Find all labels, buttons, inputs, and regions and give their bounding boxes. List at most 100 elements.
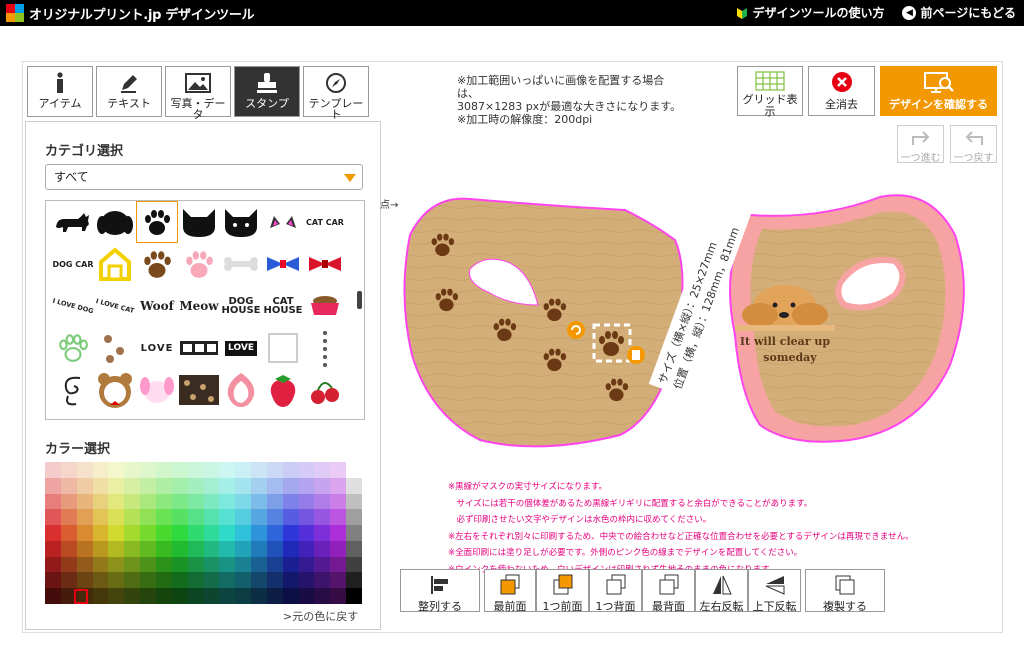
stamp-dog-house[interactable]: DOG HOUSE bbox=[220, 285, 262, 327]
send-backward-button[interactable]: 1つ背面 bbox=[589, 569, 642, 613]
color-swatch[interactable] bbox=[45, 572, 61, 589]
color-swatch[interactable] bbox=[124, 556, 141, 573]
mask-canvas[interactable]: It will clear up someday サイズ（横×縦）：25×27m… bbox=[390, 165, 990, 465]
color-swatch[interactable] bbox=[76, 572, 93, 589]
color-swatch[interactable] bbox=[203, 462, 220, 478]
color-swatch[interactable] bbox=[108, 462, 125, 478]
color-swatch[interactable] bbox=[251, 462, 267, 478]
color-swatch[interactable] bbox=[330, 572, 347, 589]
color-swatch[interactable] bbox=[203, 556, 220, 573]
stamp-love[interactable]: LOVE bbox=[136, 327, 178, 369]
color-swatch[interactable] bbox=[124, 540, 141, 557]
stamp-cat-face-2[interactable] bbox=[220, 201, 262, 243]
color-swatch[interactable] bbox=[235, 462, 252, 478]
color-swatch[interactable] bbox=[266, 572, 283, 589]
color-swatch[interactable] bbox=[330, 509, 347, 526]
color-swatch[interactable] bbox=[346, 540, 362, 557]
stamp-woof[interactable]: Woof bbox=[136, 285, 178, 327]
color-swatch[interactable] bbox=[76, 462, 93, 478]
color-swatch[interactable] bbox=[60, 493, 77, 510]
stamp-cherries[interactable] bbox=[304, 369, 346, 411]
color-swatch[interactable] bbox=[187, 462, 204, 478]
color-swatch[interactable] bbox=[298, 540, 315, 557]
color-swatch[interactable] bbox=[282, 462, 299, 478]
color-swatch[interactable] bbox=[155, 493, 172, 510]
color-swatch[interactable] bbox=[298, 525, 315, 541]
color-swatch[interactable] bbox=[298, 509, 315, 526]
stamp-bow-red[interactable] bbox=[304, 243, 346, 285]
color-swatch[interactable] bbox=[298, 462, 315, 478]
color-swatch[interactable] bbox=[155, 525, 172, 541]
stamp-paw-print[interactable] bbox=[136, 201, 178, 243]
color-swatch[interactable] bbox=[108, 540, 125, 557]
color-swatch[interactable] bbox=[45, 540, 61, 557]
color-swatch[interactable] bbox=[282, 525, 299, 541]
mask-text-line-1[interactable]: It will clear up bbox=[740, 335, 831, 348]
color-swatch[interactable] bbox=[235, 556, 252, 573]
stamp-paw-brown[interactable] bbox=[136, 243, 178, 285]
color-swatch[interactable] bbox=[346, 493, 362, 510]
confirm-design-button[interactable]: デザインを確認する bbox=[880, 66, 997, 116]
color-swatch[interactable] bbox=[155, 556, 172, 573]
color-swatch[interactable] bbox=[219, 572, 236, 589]
stamp-strawberry[interactable] bbox=[262, 369, 304, 411]
color-swatch[interactable] bbox=[187, 509, 204, 526]
color-swatch[interactable] bbox=[346, 509, 362, 526]
duplicate-button[interactable]: 複製する bbox=[805, 569, 885, 613]
color-swatch[interactable] bbox=[314, 509, 331, 526]
how-to-use-link[interactable]: デザインツールの使い方 bbox=[736, 4, 884, 21]
color-swatch[interactable] bbox=[92, 509, 109, 526]
color-swatch[interactable] bbox=[251, 493, 267, 510]
color-swatch[interactable] bbox=[298, 556, 315, 573]
stamp-meow[interactable]: Meow bbox=[178, 285, 220, 327]
color-swatch[interactable] bbox=[219, 540, 236, 557]
color-swatch[interactable] bbox=[346, 588, 362, 604]
color-swatch[interactable] bbox=[251, 540, 267, 557]
logo[interactable]: オリジナルプリント.jp デザインツール bbox=[6, 3, 255, 23]
color-swatch[interactable] bbox=[108, 477, 125, 494]
color-swatch[interactable] bbox=[251, 588, 267, 604]
color-swatch[interactable] bbox=[266, 509, 283, 526]
bring-to-front-button[interactable]: 最前面 bbox=[484, 569, 536, 613]
color-swatch[interactable] bbox=[266, 588, 283, 604]
flip-vertical-button[interactable]: 上下反転 bbox=[748, 569, 801, 613]
color-swatch[interactable] bbox=[60, 477, 77, 494]
color-swatch[interactable] bbox=[171, 509, 188, 526]
color-swatch[interactable] bbox=[92, 525, 109, 541]
stamp-cat-face[interactable] bbox=[178, 201, 220, 243]
color-swatch[interactable] bbox=[140, 462, 156, 478]
color-swatch[interactable] bbox=[124, 588, 141, 604]
color-swatch[interactable] bbox=[251, 477, 267, 494]
color-swatch[interactable] bbox=[235, 493, 252, 510]
color-swatch[interactable] bbox=[282, 509, 299, 526]
color-swatch[interactable] bbox=[45, 462, 61, 478]
tab-text[interactable]: テキスト bbox=[96, 66, 162, 117]
color-swatch[interactable] bbox=[60, 525, 77, 541]
color-swatch[interactable] bbox=[314, 462, 331, 478]
color-swatch[interactable] bbox=[187, 525, 204, 541]
color-swatch[interactable] bbox=[203, 509, 220, 526]
color-swatch[interactable] bbox=[60, 588, 77, 604]
color-swatch[interactable] bbox=[298, 493, 315, 510]
color-swatch[interactable] bbox=[235, 525, 252, 541]
color-swatch[interactable] bbox=[266, 477, 283, 494]
redo-button[interactable]: 一つ進む bbox=[897, 125, 944, 164]
color-swatch[interactable] bbox=[124, 477, 141, 494]
color-swatch[interactable] bbox=[282, 588, 299, 604]
color-swatch[interactable] bbox=[124, 509, 141, 526]
color-swatch[interactable] bbox=[108, 572, 125, 589]
stamp-paw-pink[interactable] bbox=[178, 243, 220, 285]
color-swatch[interactable] bbox=[203, 493, 220, 510]
color-swatch[interactable] bbox=[60, 462, 77, 478]
color-swatch[interactable] bbox=[298, 477, 315, 494]
color-swatch[interactable] bbox=[346, 477, 362, 494]
color-swatch[interactable] bbox=[140, 556, 156, 573]
stamp-bone[interactable] bbox=[220, 243, 262, 285]
color-swatch[interactable] bbox=[219, 509, 236, 526]
color-swatch[interactable] bbox=[45, 556, 61, 573]
color-swatch[interactable] bbox=[60, 572, 77, 589]
color-swatch[interactable] bbox=[330, 493, 347, 510]
color-swatch[interactable] bbox=[282, 477, 299, 494]
color-swatch[interactable] bbox=[235, 572, 252, 589]
color-swatch[interactable] bbox=[60, 556, 77, 573]
